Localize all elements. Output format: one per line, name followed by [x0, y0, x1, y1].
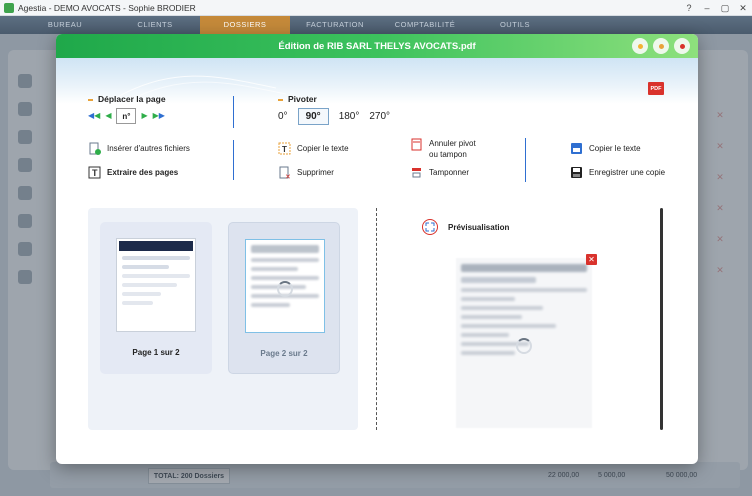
- move-page-label: Déplacer la page: [98, 94, 166, 104]
- rotate-0-option[interactable]: 0°: [278, 111, 288, 122]
- svg-text:T: T: [92, 168, 98, 178]
- modal-window-buttons: [632, 38, 690, 54]
- cancel-pivot-label: Annuler pivot: [429, 139, 476, 148]
- app-logo-icon: [4, 2, 14, 13]
- page-1-label: Page 1 sur 2: [132, 348, 180, 357]
- loading-spinner-icon: [277, 281, 293, 297]
- section-marker: [88, 98, 93, 101]
- extract-pages-button[interactable]: T Extraire des pages: [88, 166, 178, 179]
- tab-clients[interactable]: CLIENTS: [110, 16, 200, 34]
- save-disk-icon: [570, 166, 583, 179]
- page-thumbnail-1[interactable]: Page 1 sur 2: [100, 222, 212, 374]
- previous-page-icon[interactable]: ◀: [105, 111, 111, 121]
- delete-button[interactable]: ✕ Supprimer: [278, 166, 334, 179]
- preview-title: Prévisualisation: [448, 223, 510, 232]
- insert-file-icon: [88, 142, 101, 155]
- rotate-180-option[interactable]: 180°: [339, 111, 360, 122]
- stamp-icon: [410, 166, 423, 179]
- window-title: Agestia - DEMO AVOCATS - Sophie BRODIER: [18, 2, 196, 13]
- app-nav-bar: BUREAU CLIENTS DOSSIERS FACTURATION COMP…: [0, 16, 752, 34]
- modal-header: Édition de RIB SARL THELYS AVOCATS.pdf: [56, 34, 698, 58]
- page-number-input[interactable]: n°: [116, 108, 137, 124]
- last-page-icon[interactable]: ▶▶: [153, 111, 165, 121]
- tab-dossiers[interactable]: DOSSIERS: [200, 16, 290, 34]
- move-page-section: Déplacer la page: [88, 94, 166, 104]
- insert-files-label: Insérer d'autres fichiers: [107, 144, 190, 153]
- close-preview-icon[interactable]: ✕: [586, 254, 597, 265]
- preview-loading-spinner-icon: [516, 338, 532, 354]
- window-controls: ? – ▢ ✕: [680, 0, 752, 16]
- copy-text-txt-label: Copier le texte: [589, 144, 641, 153]
- tab-outils[interactable]: OUTILS: [470, 16, 560, 34]
- cancel-pivot-button[interactable]: Annuler pivot ou tampon: [410, 138, 476, 160]
- save-copy-button[interactable]: Enregistrer une copie: [570, 166, 665, 179]
- delete-page-icon: ✕: [278, 166, 291, 179]
- rotate-section: Pivoter: [278, 94, 317, 104]
- rotate-label: Pivoter: [288, 94, 317, 104]
- next-page-icon[interactable]: ▶: [141, 111, 147, 121]
- document-header-strip: [119, 241, 193, 251]
- page-navigation: ◀◀ ◀ n° ▶ ▶▶: [88, 108, 165, 124]
- copy-text-icon: T: [278, 142, 291, 155]
- toolbar-divider: [525, 138, 526, 182]
- insert-files-button[interactable]: Insérer d'autres fichiers: [88, 142, 190, 155]
- os-titlebar: Agestia - DEMO AVOCATS - Sophie BRODIER …: [0, 0, 752, 16]
- rotate-270-option[interactable]: 270°: [369, 111, 390, 122]
- modal-restore-button[interactable]: [653, 38, 669, 54]
- copy-text-button[interactable]: T Copier le texte: [278, 142, 349, 155]
- toolbar-divider: [233, 140, 234, 180]
- close-window-button[interactable]: ✕: [734, 0, 752, 16]
- preview-scrollbar[interactable]: [660, 208, 663, 430]
- page-thumbnails-panel: Page 1 sur 2 Page 2 sur 2: [88, 208, 358, 430]
- minimize-button[interactable]: –: [698, 0, 716, 16]
- copy-text-label: Copier le texte: [297, 144, 349, 153]
- pdf-file-icon: PDF: [648, 82, 664, 95]
- panel-divider: [376, 208, 377, 430]
- modal-minimize-button[interactable]: [632, 38, 648, 54]
- modal-title: Édition de RIB SARL THELYS AVOCATS.pdf: [278, 40, 476, 52]
- stamp-label: Tamponner: [429, 168, 470, 177]
- page-2-label: Page 2 sur 2: [260, 349, 308, 358]
- cancel-pivot-label-line2: ou tampon: [429, 150, 467, 159]
- page-1-preview: [116, 238, 196, 332]
- svg-text:✕: ✕: [285, 174, 291, 179]
- stamp-button[interactable]: Tamponner: [410, 166, 469, 179]
- svg-text:T: T: [282, 145, 287, 154]
- extract-pages-label: Extraire des pages: [107, 168, 179, 177]
- extract-text-icon: T: [88, 166, 101, 179]
- copy-text-txt-button[interactable]: Copier le texte: [570, 142, 641, 155]
- preview-expand-icon[interactable]: [422, 219, 438, 235]
- page-thumbnail-2[interactable]: Page 2 sur 2: [228, 222, 340, 374]
- cancel-pivot-icon: [410, 138, 423, 151]
- first-page-icon[interactable]: ◀◀: [88, 111, 100, 121]
- help-button[interactable]: ?: [680, 0, 698, 16]
- maximize-button[interactable]: ▢: [716, 0, 734, 16]
- tab-facturation[interactable]: FACTURATION: [290, 16, 380, 34]
- rotation-options: 0° 90° 180° 270°: [278, 108, 390, 125]
- tab-bureau[interactable]: BUREAU: [20, 16, 110, 34]
- section-marker: [278, 98, 283, 101]
- delete-label: Supprimer: [297, 168, 334, 177]
- rotate-90-option[interactable]: 90°: [297, 108, 329, 125]
- txt-file-icon: [570, 142, 583, 155]
- tab-comptabilite[interactable]: COMPTABILITÉ: [380, 16, 470, 34]
- toolbar-divider: [233, 96, 234, 128]
- save-copy-label: Enregistrer une copie: [589, 168, 666, 177]
- modal-close-button[interactable]: [674, 38, 690, 54]
